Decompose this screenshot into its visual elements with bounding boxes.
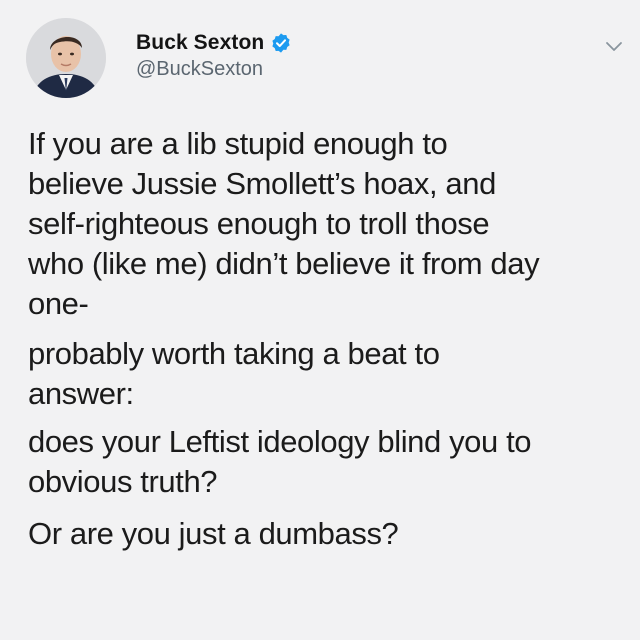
tweet-text-line: believe Jussie Smollett’s hoax, and [28, 166, 496, 201]
avatar[interactable] [26, 18, 106, 98]
tweet-text-line: answer: [28, 376, 134, 411]
tweet-text: If you are a lib stupid enough to believ… [28, 124, 628, 554]
tweet-card: Buck Sexton @BuckSexton If you are a lib… [0, 0, 640, 640]
tweet-text-line: one- [28, 286, 89, 321]
tweet-text-line: probably worth taking a beat to [28, 336, 440, 371]
avatar-photo-icon [26, 18, 106, 98]
tweet-paragraph: If you are a lib stupid enough to believ… [28, 124, 628, 324]
tweet-text-line: self-righteous enough to troll those [28, 206, 490, 241]
tweet-header: Buck Sexton @BuckSexton [26, 16, 626, 98]
tweet-paragraph: does your Leftist ideology blind you to … [28, 422, 628, 502]
author-names: Buck Sexton @BuckSexton [136, 31, 292, 81]
tweet-text-line: If you are a lib stupid enough to [28, 126, 448, 161]
tweet-paragraph: probably worth taking a beat to answer: [28, 334, 628, 414]
tweet-text-line: Or are you just a dumbass? [28, 516, 399, 551]
verified-badge-icon [270, 32, 292, 54]
tweet-text-line: obvious truth? [28, 464, 218, 499]
author-display-name[interactable]: Buck Sexton [136, 31, 264, 55]
tweet-paragraph: Or are you just a dumbass? [28, 514, 628, 554]
chevron-down-icon[interactable] [604, 40, 624, 54]
tweet-text-line: who (like me) didn’t believe it from day [28, 246, 540, 281]
tweet-text-line: does your Leftist ideology blind you to [28, 424, 532, 459]
display-name-row: Buck Sexton [136, 31, 292, 55]
author-handle[interactable]: @BuckSexton [136, 58, 292, 81]
